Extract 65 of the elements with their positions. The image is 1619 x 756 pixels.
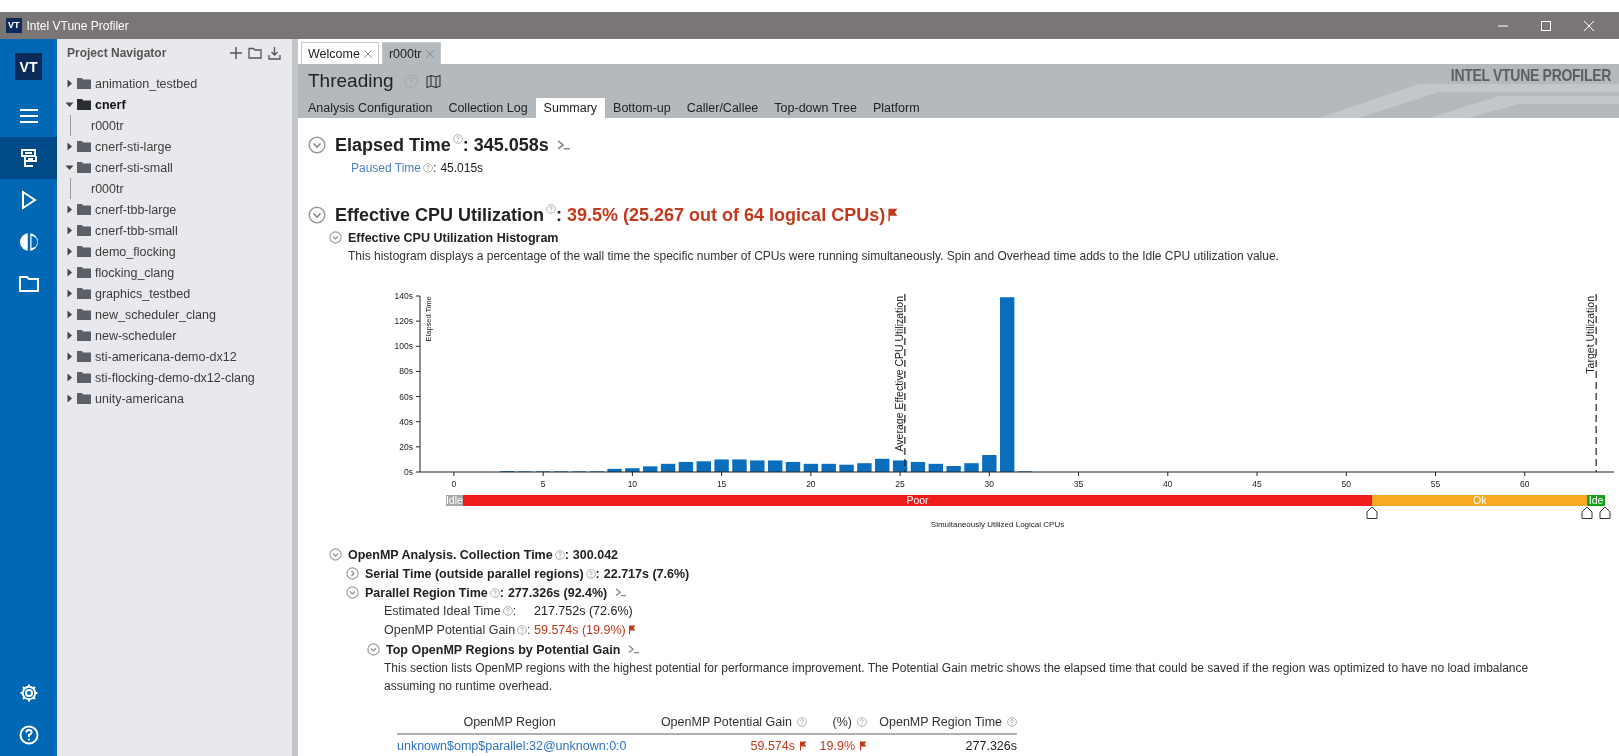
window-title: Intel VTune Profiler xyxy=(26,18,130,33)
separator: : xyxy=(556,204,563,226)
x-tick-label: 40 xyxy=(1163,479,1173,489)
x-tick-label: 30 xyxy=(984,479,995,489)
table-cell: 19.9% xyxy=(819,739,855,753)
x-tick-label: 10 xyxy=(627,479,638,489)
metric-value: 300.042 xyxy=(572,547,619,562)
column-header: (%) xyxy=(832,715,852,729)
metric-value: 217.752s (72.6%) xyxy=(534,603,633,618)
separator: : xyxy=(433,161,437,175)
y-tick-label: 120s xyxy=(394,316,413,327)
metric-value: 22.717s (7.6%) xyxy=(603,566,690,581)
y-tick-label: 60s xyxy=(399,391,413,402)
column-header: OpenMP Region Time xyxy=(879,715,1002,729)
x-tick-label: 0 xyxy=(451,479,457,489)
separator: : xyxy=(527,622,531,637)
x-tick-label: 60 xyxy=(1520,479,1530,489)
x-tick-label: 55 xyxy=(1430,479,1441,489)
section-description: This section lists OpenMP regions with the highest potential for performance improvement. The Potential Gain metric shows the elapsed time that could be saved if the region was optimized to have no load imbalance assuming no runtime overhead. xyxy=(384,660,1530,695)
y-tick-label: 80s xyxy=(399,366,413,377)
column-header: OpenMP Potential Gain xyxy=(660,715,792,729)
y-tick-label: 140s xyxy=(394,291,413,301)
separator: : xyxy=(499,585,504,600)
metric-label: Estimated Ideal Time xyxy=(384,603,501,618)
utilization-band: Idle xyxy=(445,495,463,506)
metric-value: 45.015s xyxy=(440,161,484,175)
x-tick-label: 25 xyxy=(895,479,905,489)
section-title: Serial Time (outside parallel regions) xyxy=(365,566,584,581)
analysis-title: Threading xyxy=(308,70,394,92)
metric-label: Effective CPU Utilization xyxy=(335,204,545,226)
metric-label: Elapsed Time xyxy=(335,134,451,156)
separator: : xyxy=(512,603,517,618)
panel-title: Project Navigator xyxy=(66,46,168,60)
section-title: Top OpenMP Regions by Potential Gain xyxy=(386,642,621,657)
metric-value: 59.574s (19.9%) xyxy=(534,622,626,637)
x-tick-label: 45 xyxy=(1252,479,1262,489)
y-tick-label: 0s xyxy=(404,467,413,477)
section-title: Parallel Region Time xyxy=(365,585,488,600)
x-tick-label: 35 xyxy=(1073,479,1084,489)
column-header: OpenMP Region xyxy=(463,715,556,729)
x-tick-label: 5 xyxy=(540,479,546,489)
metric-value: 39.5% (25.267 out of 64 logical CPUs) xyxy=(567,204,886,226)
separator: : xyxy=(595,566,600,581)
table-cell: 59.574s xyxy=(750,739,795,753)
section-title: OpenMP Analysis. Collection Time xyxy=(348,547,553,562)
metric-value: 345.058s xyxy=(473,134,549,156)
table-cell: 277.326s xyxy=(965,739,1017,753)
x-tick-label: 20 xyxy=(806,479,816,489)
separator: : xyxy=(564,547,569,562)
rail-logo: VT xyxy=(15,53,42,80)
y-tick-label: 40s xyxy=(399,416,413,427)
y-tick-label: 20s xyxy=(399,441,413,452)
x-axis-title: Simultaneously Utilized Logical CPUs xyxy=(929,520,1066,529)
separator: : xyxy=(462,134,469,156)
metric-label: OpenMP Potential Gain xyxy=(384,622,516,637)
y-tick-label: 100s xyxy=(394,341,413,352)
x-tick-label: 50 xyxy=(1341,479,1351,489)
section-description: This histogram displays a percentage of the wall time the specific number of CPUs were running simultaneously. Spin and Overhead time adds to the Idle CPU utilization value. xyxy=(348,248,1280,265)
app-logo: VT xyxy=(6,18,22,33)
reference-line-label: Target Utilization xyxy=(1584,296,1597,374)
brand-text: INTEL VTUNE PROFILER xyxy=(1450,65,1611,85)
x-tick-label: 15 xyxy=(716,479,727,489)
reference-line-label: Average Effective CPU Utilization xyxy=(892,296,905,452)
metric-value: 277.326s (92.4%) xyxy=(507,585,608,600)
section-title: Effective CPU Utilization Histogram xyxy=(348,230,559,245)
